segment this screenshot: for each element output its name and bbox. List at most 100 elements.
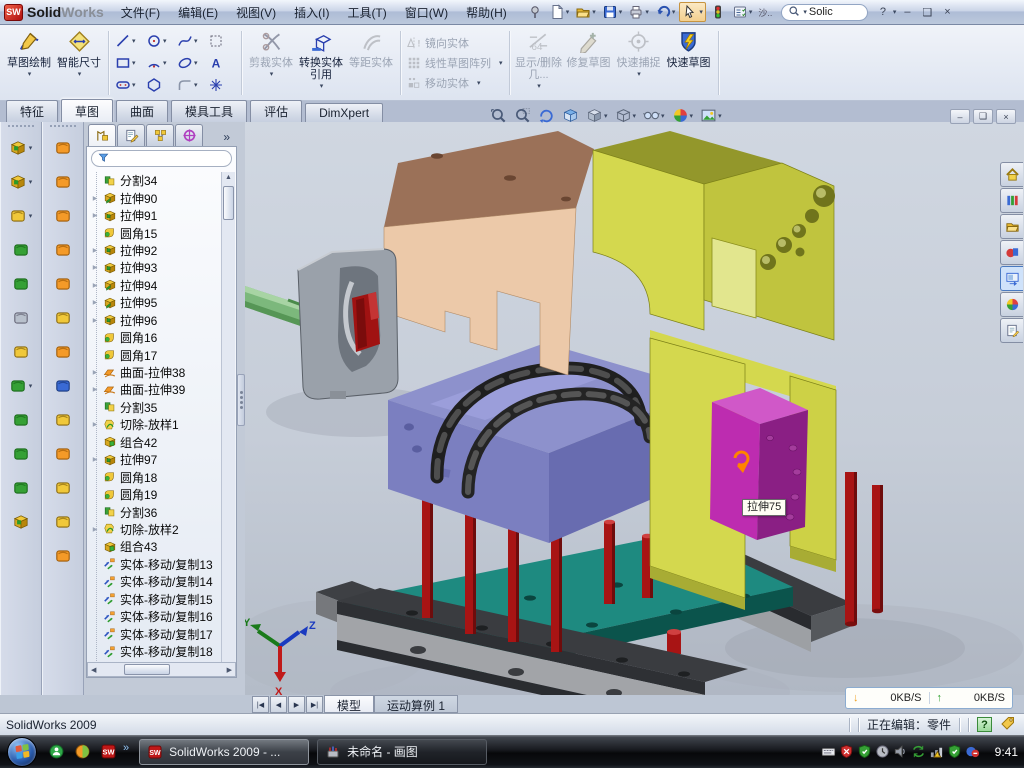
- launcher-icon[interactable]: [71, 741, 93, 763]
- restore-button[interactable]: ❑: [918, 4, 936, 20]
- new-document-icon[interactable]: ▾: [547, 3, 572, 21]
- scrollbar-thumb[interactable]: [124, 664, 170, 675]
- update-icon[interactable]: [875, 744, 890, 759]
- taskbar-window-SolidWorks 2009 - ...[interactable]: SWSolidWorks 2009 - ...: [139, 739, 309, 765]
- curve-icon[interactable]: [54, 539, 72, 573]
- tab-评估[interactable]: 评估: [250, 100, 302, 122]
- scrollbar-thumb[interactable]: [223, 186, 234, 220]
- undo-icon[interactable]: ▾: [653, 3, 678, 21]
- tree-item-切除-放样2[interactable]: ▶切除-放样2: [89, 521, 221, 538]
- tree-item-组合43[interactable]: 组合43: [89, 538, 221, 555]
- tree-item-分割36[interactable]: 分割36: [89, 503, 221, 520]
- pin-icon[interactable]: [525, 3, 545, 21]
- planar-surface-icon[interactable]: [54, 335, 72, 369]
- sketch-ellipse-icon[interactable]: ▾: [175, 52, 206, 74]
- quick-launch-overflow-icon[interactable]: »: [123, 742, 129, 754]
- rib-icon[interactable]: [12, 403, 30, 437]
- help-dropdown-icon[interactable]: ▾: [893, 8, 897, 16]
- split-icon[interactable]: [12, 471, 30, 505]
- minimize-button[interactable]: –: [898, 4, 916, 20]
- file-explorer-icon[interactable]: [1000, 214, 1023, 239]
- save-icon[interactable]: ▾: [600, 3, 625, 21]
- options-icon[interactable]: ▾: [730, 3, 755, 21]
- search-dropdown-icon[interactable]: ▾: [803, 8, 807, 16]
- doc-restore-button[interactable]: ❑: [973, 109, 993, 124]
- doc-close-button[interactable]: ×: [996, 109, 1016, 124]
- fm-tabs-overflow-icon[interactable]: »: [218, 130, 235, 146]
- tree-item-拉伸91[interactable]: ▶拉伸91: [89, 207, 221, 224]
- taskbar-window-未命名 - 画图[interactable]: 未命名 - 画图: [317, 739, 487, 765]
- tree-item-分割35[interactable]: 分割35: [89, 399, 221, 416]
- sketch-spline-icon[interactable]: ▾: [175, 30, 206, 52]
- cm-button-草图绘制[interactable]: 草图绘制▾: [4, 28, 54, 98]
- menu-编辑(E)[interactable]: 编辑(E): [169, 1, 227, 24]
- open-icon[interactable]: ▾: [573, 3, 598, 21]
- zoom-fit-icon[interactable]: [490, 107, 507, 124]
- spell-check-icon[interactable]: 沙..: [756, 5, 774, 20]
- fillet-icon[interactable]: ▾: [9, 199, 33, 233]
- doc-minimize-button[interactable]: –: [950, 109, 970, 124]
- sketch-text-icon[interactable]: A: [206, 52, 237, 74]
- tab-曲面[interactable]: 曲面: [116, 100, 168, 122]
- graphics-viewport[interactable]: Y Z X 拉伸75: [245, 122, 1024, 695]
- scene-icon[interactable]: ▾: [700, 107, 722, 124]
- sketch-line-icon[interactable]: ▾: [113, 30, 144, 52]
- sketch-fillet-icon[interactable]: ▾: [175, 74, 206, 96]
- tab-prev-icon[interactable]: ◀: [270, 696, 287, 713]
- search-input[interactable]: [809, 6, 861, 18]
- extruded-boss-icon[interactable]: ▾: [9, 131, 33, 165]
- cm-button-智能尺寸[interactable]: 智能尺寸▾: [54, 28, 104, 98]
- extend-surface-icon[interactable]: [54, 505, 72, 539]
- part-slide-block[interactable]: [710, 388, 808, 540]
- status-help-icon[interactable]: ?: [977, 717, 992, 732]
- menu-文件(F)[interactable]: 文件(F): [112, 1, 169, 24]
- section-view-icon[interactable]: [562, 107, 579, 124]
- scroll-left-icon[interactable]: ◀: [91, 666, 96, 674]
- fm-tab-dimxpert[interactable]: [175, 124, 203, 146]
- radiate-surface-icon[interactable]: [54, 403, 72, 437]
- menu-窗口(W)[interactable]: 窗口(W): [396, 1, 457, 24]
- doc-tab-运动算例 1[interactable]: 运动算例 1: [374, 695, 458, 713]
- menu-帮助(H)[interactable]: 帮助(H): [457, 1, 516, 24]
- tree-filter-box[interactable]: [91, 150, 232, 167]
- tab-DimXpert[interactable]: DimXpert: [305, 103, 383, 122]
- resources-icon[interactable]: [1000, 240, 1023, 265]
- fm-tab-configurations[interactable]: [146, 124, 174, 146]
- extruded-surface-icon[interactable]: [54, 199, 72, 233]
- rotate-view-icon[interactable]: [538, 107, 555, 124]
- tab-last-icon[interactable]: ▶|: [306, 696, 323, 713]
- print-icon[interactable]: ▾: [626, 3, 651, 21]
- solidworks-icon[interactable]: SW: [97, 741, 119, 763]
- antivirus-icon[interactable]: [839, 744, 854, 759]
- shield-green-icon[interactable]: [857, 744, 872, 759]
- lofted-surface-icon[interactable]: [54, 233, 72, 267]
- tree-item-实体-移动/复制14[interactable]: 实体-移动/复制14: [89, 573, 221, 590]
- appearances-icon[interactable]: [1000, 292, 1023, 317]
- tree-item-圆角15[interactable]: 圆角15: [89, 224, 221, 241]
- offset-surface-icon[interactable]: [54, 369, 72, 403]
- tab-模具工具[interactable]: 模具工具: [171, 100, 247, 122]
- tree-item-组合42[interactable]: 组合42: [89, 434, 221, 451]
- linear-pattern-icon[interactable]: ▾: [9, 369, 33, 403]
- tree-item-拉伸93[interactable]: ▶拉伸93: [89, 259, 221, 276]
- tree-item-曲面-拉伸39[interactable]: ▶曲面-拉伸39: [89, 381, 221, 398]
- tree-item-切除-放样1[interactable]: ▶切除-放样1: [89, 416, 221, 433]
- region-select-icon[interactable]: [206, 30, 237, 52]
- sketch-polygon-icon[interactable]: [144, 74, 175, 96]
- part-clamp-block[interactable]: [298, 249, 398, 399]
- language-icon[interactable]: [965, 744, 980, 759]
- tab-特征[interactable]: 特征: [6, 100, 58, 122]
- knit-surface-icon[interactable]: [54, 437, 72, 471]
- volume-icon[interactable]: [893, 744, 908, 759]
- sketch-rectangle-icon[interactable]: ▾: [113, 52, 144, 74]
- tree-item-分割34[interactable]: 分割34: [89, 172, 221, 189]
- shell-icon[interactable]: [12, 267, 30, 301]
- tree-item-圆角18[interactable]: 圆角18: [89, 468, 221, 485]
- chamfer-icon[interactable]: [12, 233, 30, 267]
- tree-item-圆角16[interactable]: 圆角16: [89, 329, 221, 346]
- panel-splitter[interactable]: [237, 374, 245, 426]
- tree-item-圆角19[interactable]: 圆角19: [89, 486, 221, 503]
- design-library-icon[interactable]: [1000, 188, 1023, 213]
- home-icon[interactable]: [1000, 162, 1023, 187]
- tab-草图[interactable]: 草图: [61, 99, 113, 122]
